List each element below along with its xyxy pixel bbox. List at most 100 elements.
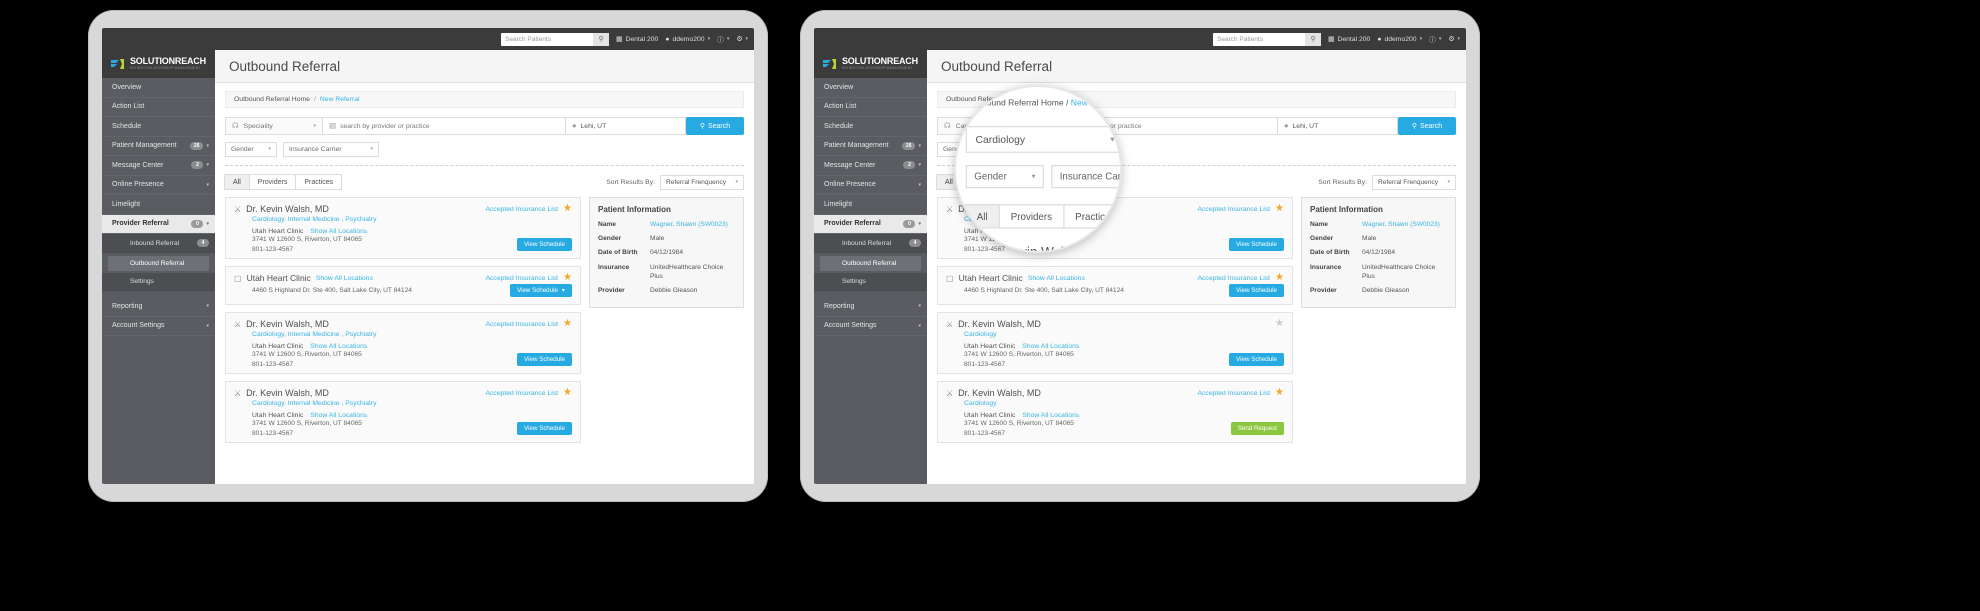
sidebar-item-provider-referral[interactable]: Provider Referral 0 ▾ (102, 214, 215, 234)
sidebar-item-inbound-referral[interactable]: Inbound Referral 4 (814, 234, 927, 254)
global-search-input[interactable]: Search Patients (1213, 36, 1305, 43)
chevron-down-icon: ▾ (1457, 36, 1460, 42)
help-menu[interactable]: ⓘ ▾ (1429, 34, 1441, 44)
insurance-select[interactable]: Insurance Carrier ▾ (283, 142, 379, 157)
sidebar-item-schedule[interactable]: Schedule (102, 117, 215, 137)
practice-label: Dental 200 (625, 35, 659, 43)
favorite-star-icon[interactable]: ★ (1275, 319, 1284, 329)
result-card[interactable]: ▢ Utah Heart Clinic Show All Locations A… (225, 266, 581, 305)
sidebar-item-label: Action List (112, 103, 145, 111)
show-all-locations-link[interactable]: Show All Locations (1028, 275, 1085, 282)
tab-practices[interactable]: Practices (295, 174, 343, 190)
sidebar-item-account-settings[interactable]: Account Settings ▾ (102, 317, 215, 336)
accepted-insurance-link[interactable]: Accepted Insurance List (1197, 206, 1270, 213)
help-menu[interactable]: ⓘ ▾ (717, 34, 729, 44)
accepted-insurance-link[interactable]: Accepted Insurance List (485, 275, 558, 282)
send-request-button[interactable]: Send Request (1230, 422, 1284, 435)
sidebar-item-limelight[interactable]: Limelight (814, 195, 927, 215)
accepted-insurance-link[interactable]: Accepted Insurance List (1197, 275, 1270, 282)
sidebar-item-account-settings[interactable]: Account Settings ▾ (814, 317, 927, 336)
result-card[interactable]: ⚔ Dr. Kevin Walsh, MD ★ Cardiology Utah … (937, 312, 1293, 374)
user-menu[interactable]: ● ddemo200 ▾ (1377, 36, 1422, 43)
sidebar-item-limelight[interactable]: Limelight (102, 195, 215, 215)
result-card[interactable]: ⚔ Dr. Kevin Walsh, MD Accepted Insurance… (225, 381, 581, 443)
location-input[interactable]: ● Lehi, UT (1278, 117, 1398, 135)
sidebar-item-outbound-referral[interactable]: Outbound Referral (820, 255, 921, 271)
favorite-star-icon[interactable]: ★ (1275, 204, 1284, 214)
favorite-star-icon[interactable]: ★ (563, 388, 572, 398)
view-schedule-button[interactable]: View Schedule (1229, 284, 1284, 297)
accepted-insurance-link[interactable]: Accepted Insurance List (485, 390, 558, 397)
favorite-star-icon[interactable]: ★ (563, 319, 572, 329)
sidebar-item-schedule[interactable]: Schedule (814, 117, 927, 137)
sidebar-item-reporting[interactable]: Reporting ▾ (102, 297, 215, 317)
search-button[interactable]: ⚲ Search (686, 117, 744, 135)
view-schedule-button[interactable]: View Schedule (1229, 238, 1284, 251)
sidebar-item-provider-referral[interactable]: Provider Referral 0 ▾ (814, 214, 927, 234)
search-button[interactable]: ⚲ Search (1398, 117, 1456, 135)
search-icon[interactable]: ⚲ (593, 32, 610, 46)
result-card[interactable]: ⚔ Dr. Kevin Walsh, MD Accepted Insurance… (225, 197, 581, 259)
show-all-locations-link[interactable]: Show All Locations (310, 343, 367, 350)
accepted-insurance-link[interactable]: Accepted Insurance List (1197, 390, 1270, 397)
sidebar-item-patient-management[interactable]: Patient Management 26 ▾ (814, 137, 927, 156)
view-schedule-button[interactable]: View Schedule (517, 353, 572, 366)
top-bar: Search Patients ⚲ ▦ Dental 200 ● ddemo20… (102, 28, 754, 50)
sidebar-item-action-list[interactable]: Action List (102, 98, 215, 117)
global-search-input[interactable]: Search Patients (501, 36, 593, 43)
practice-name: Utah Heart Clinic (958, 273, 1023, 283)
favorite-star-icon[interactable]: ★ (1275, 273, 1284, 283)
favorite-star-icon[interactable]: ★ (1275, 388, 1284, 398)
tab-providers[interactable]: Providers (248, 174, 297, 190)
sidebar-item-message-center[interactable]: Message Center 2 ▾ (102, 156, 215, 176)
global-search[interactable]: Search Patients ⚲ (501, 32, 610, 46)
result-card[interactable]: ▢ Utah Heart Clinic Show All Locations A… (937, 266, 1293, 305)
breadcrumb-home[interactable]: Outbound Referral Home (234, 96, 310, 103)
sidebar-item-overview[interactable]: Overview (102, 78, 215, 98)
provider-name: Dr. Kevin Walsh, MD (958, 388, 1041, 398)
speciality-select[interactable]: ☊ Speciality ▾ (225, 117, 323, 135)
show-all-locations-link[interactable]: Show All Locations (310, 228, 367, 235)
result-card[interactable]: ⚔ Dr. Kevin Walsh, MD Accepted Insurance… (225, 312, 581, 374)
favorite-star-icon[interactable]: ★ (563, 273, 572, 283)
show-all-locations-link[interactable]: Show All Locations (310, 412, 367, 419)
show-all-locations-link[interactable]: Show All Locations (316, 275, 373, 282)
view-schedule-button[interactable]: View Schedule (517, 422, 572, 435)
accepted-insurance-link[interactable]: Accepted Insurance List (485, 321, 558, 328)
sidebar-item-online-presence[interactable]: Online Presence ▾ (102, 176, 215, 195)
sidebar-item-online-presence[interactable]: Online Presence ▾ (814, 176, 927, 195)
user-menu[interactable]: ● ddemo200 ▾ (665, 36, 710, 43)
gender-select[interactable]: Gender ▾ (225, 142, 277, 157)
sidebar-item-patient-management[interactable]: Patient Management 26 ▾ (102, 137, 215, 156)
sort-select[interactable]: Referral Frenquency ▾ (1372, 174, 1456, 190)
sidebar-item-outbound-referral[interactable]: Outbound Referral (108, 255, 209, 271)
view-schedule-button[interactable]: View Schedule (1229, 353, 1284, 366)
patient-info-value[interactable]: Wagner, Shawn (SW0023) (650, 220, 728, 229)
provider-search-input[interactable]: ▤ search by provider or practice (323, 117, 566, 135)
sidebar-item-settings[interactable]: Settings (814, 272, 927, 292)
sidebar-item-message-center[interactable]: Message Center 2 ▾ (814, 156, 927, 176)
breadcrumb-new-referral[interactable]: New Referral (320, 96, 360, 103)
location-input[interactable]: ● Lehi, UT (566, 117, 686, 135)
search-icon[interactable]: ⚲ (1305, 32, 1322, 46)
accepted-insurance-link[interactable]: Accepted Insurance List (485, 206, 558, 213)
global-search[interactable]: Search Patients ⚲ (1213, 32, 1322, 46)
sidebar-item-overview[interactable]: Overview (814, 78, 927, 98)
sidebar-item-inbound-referral[interactable]: Inbound Referral 4 (102, 234, 215, 254)
settings-menu[interactable]: ⚙ ▾ (1448, 35, 1460, 43)
view-schedule-button[interactable]: View Schedule (517, 238, 572, 251)
show-all-locations-link[interactable]: Show All Locations (1022, 412, 1079, 419)
sidebar-item-settings[interactable]: Settings (102, 272, 215, 292)
result-card[interactable]: ⚔ Dr. Kevin Walsh, MD Accepted Insurance… (937, 381, 1293, 443)
tab-all[interactable]: All (224, 174, 250, 190)
sidebar-item-action-list[interactable]: Action List (814, 98, 927, 117)
practice-selector[interactable]: ▦ Dental 200 (616, 35, 659, 44)
patient-info-value[interactable]: Wagner, Shawn (SW0023) (1362, 220, 1440, 229)
settings-menu[interactable]: ⚙ ▾ (736, 35, 748, 43)
view-schedule-button[interactable]: View Schedule ▾ (510, 284, 572, 297)
show-all-locations-link[interactable]: Show All Locations (1022, 343, 1079, 350)
practice-selector[interactable]: ▦ Dental 200 (1328, 35, 1370, 44)
sidebar-item-reporting[interactable]: Reporting ▾ (814, 297, 927, 317)
sort-select[interactable]: Referral Frenquency ▾ (660, 174, 744, 190)
favorite-star-icon[interactable]: ★ (563, 204, 572, 214)
